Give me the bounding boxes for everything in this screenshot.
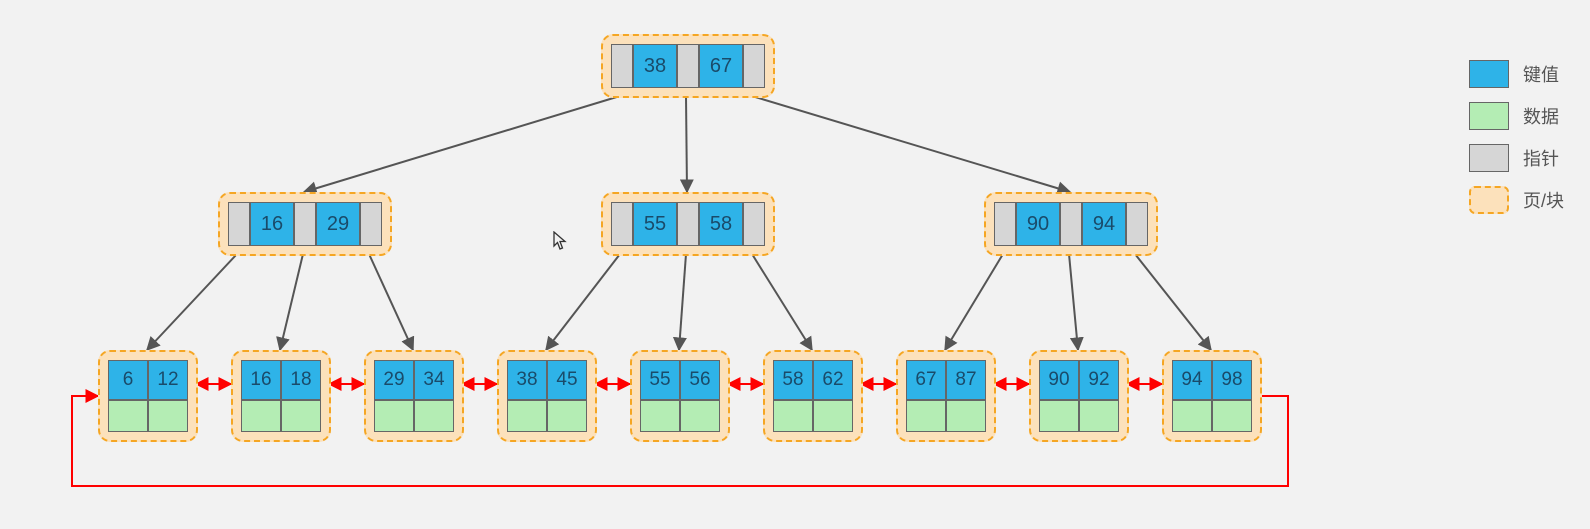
legend-item-pointer: 指针 [1469, 144, 1564, 172]
pointer-cell [228, 202, 250, 246]
data-cell [148, 400, 188, 432]
internal-node: 55 58 [601, 192, 775, 256]
data-cell [414, 400, 454, 432]
key-cell: 38 [507, 360, 547, 400]
key-cell: 6 [108, 360, 148, 400]
key-cell: 94 [1082, 202, 1126, 246]
data-cell [374, 400, 414, 432]
legend-item-key: 键值 [1469, 60, 1564, 88]
legend-item-data: 数据 [1469, 102, 1564, 130]
key-cell: 38 [633, 44, 677, 88]
cursor-icon [553, 231, 567, 251]
connector-layer [0, 0, 1590, 529]
pointer-cell [677, 44, 699, 88]
data-cell [108, 400, 148, 432]
data-cell [906, 400, 946, 432]
data-cell [680, 400, 720, 432]
key-cell: 92 [1079, 360, 1119, 400]
pointer-cell [1060, 202, 1082, 246]
legend-label: 指针 [1523, 145, 1559, 171]
key-cell: 12 [148, 360, 188, 400]
internal-node: 16 29 [218, 192, 392, 256]
leaf-node: 6 12 [98, 350, 198, 442]
leaf-node: 67 87 [896, 350, 996, 442]
data-cell [773, 400, 813, 432]
key-cell: 62 [813, 360, 853, 400]
key-cell: 56 [680, 360, 720, 400]
key-cell: 90 [1016, 202, 1060, 246]
leaf-node: 58 62 [763, 350, 863, 442]
data-cell [507, 400, 547, 432]
key-cell: 67 [699, 44, 743, 88]
pointer-cell [677, 202, 699, 246]
legend-label: 键值 [1523, 61, 1559, 87]
data-cell [1079, 400, 1119, 432]
data-cell [547, 400, 587, 432]
data-cell [241, 400, 281, 432]
key-cell: 29 [374, 360, 414, 400]
leaf-node: 29 34 [364, 350, 464, 442]
pointer-swatch [1469, 144, 1509, 172]
pointer-cell [294, 202, 316, 246]
legend-label: 数据 [1523, 103, 1559, 129]
leaf-node: 16 18 [231, 350, 331, 442]
data-cell [1212, 400, 1252, 432]
key-cell: 29 [316, 202, 360, 246]
key-cell: 34 [414, 360, 454, 400]
key-cell: 58 [773, 360, 813, 400]
internal-node: 90 94 [984, 192, 1158, 256]
data-cell [1172, 400, 1212, 432]
pointer-cell [611, 44, 633, 88]
data-cell [281, 400, 321, 432]
pointer-cell [994, 202, 1016, 246]
key-swatch [1469, 60, 1509, 88]
root-node: 38 67 [601, 34, 775, 98]
key-cell: 87 [946, 360, 986, 400]
pointer-cell [743, 202, 765, 246]
leaf-node: 90 92 [1029, 350, 1129, 442]
legend-item-page: 页/块 [1469, 186, 1564, 214]
leaf-node: 38 45 [497, 350, 597, 442]
pointer-cell [743, 44, 765, 88]
leaf-node: 55 56 [630, 350, 730, 442]
data-cell [813, 400, 853, 432]
key-cell: 94 [1172, 360, 1212, 400]
pointer-cell [611, 202, 633, 246]
key-cell: 90 [1039, 360, 1079, 400]
data-cell [640, 400, 680, 432]
key-cell: 18 [281, 360, 321, 400]
leaf-node: 94 98 [1162, 350, 1262, 442]
key-cell: 58 [699, 202, 743, 246]
key-cell: 67 [906, 360, 946, 400]
key-cell: 45 [547, 360, 587, 400]
key-cell: 16 [241, 360, 281, 400]
key-cell: 55 [640, 360, 680, 400]
bptree-diagram: 38 67 16 29 55 58 90 94 [0, 0, 1590, 529]
key-cell: 98 [1212, 360, 1252, 400]
key-cell: 16 [250, 202, 294, 246]
data-cell [1039, 400, 1079, 432]
data-cell [946, 400, 986, 432]
data-swatch [1469, 102, 1509, 130]
pointer-cell [360, 202, 382, 246]
legend-label: 页/块 [1523, 187, 1564, 213]
pointer-cell [1126, 202, 1148, 246]
page-swatch [1469, 186, 1509, 214]
key-cell: 55 [633, 202, 677, 246]
legend: 键值 数据 指针 页/块 [1469, 60, 1564, 214]
